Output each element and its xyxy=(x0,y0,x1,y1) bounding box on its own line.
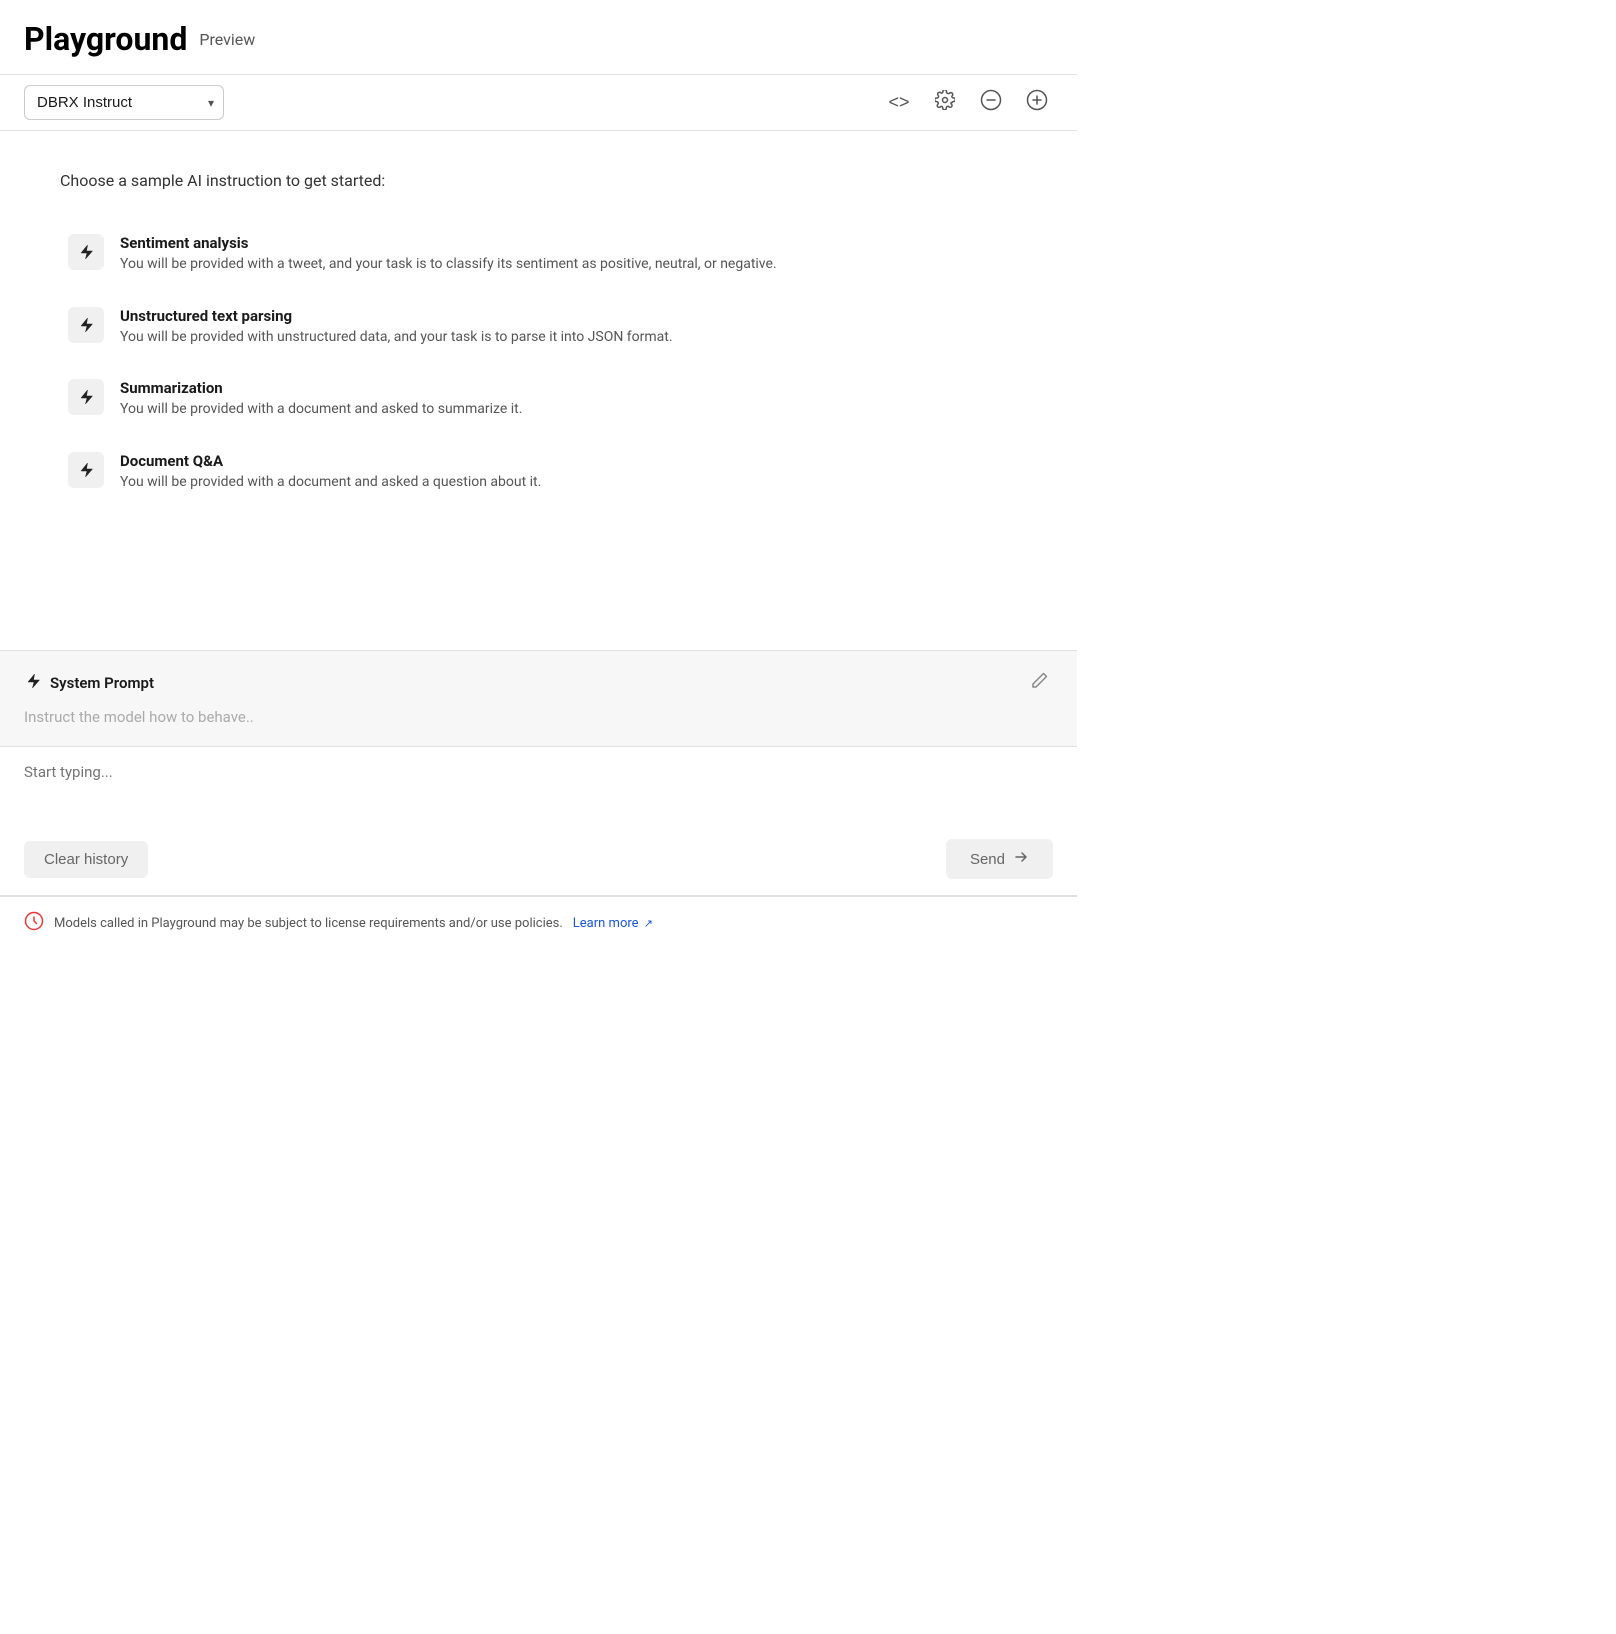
list-item[interactable]: Document Q&A You will be provided with a… xyxy=(60,440,1017,505)
preview-badge: Preview xyxy=(199,30,255,49)
model-select[interactable]: DBRX Instruct GPT-4 Claude 3 Llama 3 xyxy=(24,85,224,120)
bolt-icon-docqa xyxy=(68,452,104,488)
chat-input[interactable] xyxy=(24,763,1053,823)
external-link-icon: ↗ xyxy=(644,917,653,930)
plus-circle-icon xyxy=(1026,89,1048,116)
list-item[interactable]: Summarization You will be provided with … xyxy=(60,367,1017,432)
page-header: Playground Preview xyxy=(0,0,1077,74)
clear-history-button[interactable]: Clear history xyxy=(24,841,148,878)
sample-list: Sentiment analysis You will be provided … xyxy=(60,222,1017,504)
footer-text: Models called in Playground may be subje… xyxy=(54,916,563,931)
system-prompt-placeholder: Instruct the model how to behave.. xyxy=(24,708,1053,726)
sample-desc-docqa: You will be provided with a document and… xyxy=(120,473,541,493)
send-button[interactable]: Send xyxy=(946,839,1053,879)
chat-actions: Clear history Send xyxy=(24,839,1053,879)
system-prompt-title: System Prompt xyxy=(50,674,154,692)
minus-circle-icon xyxy=(980,89,1002,116)
bolt-icon-system xyxy=(24,672,42,694)
sample-desc-sentiment: You will be provided with a tweet, and y… xyxy=(120,255,777,275)
model-select-wrapper: DBRX Instruct GPT-4 Claude 3 Llama 3 ▾ xyxy=(24,85,224,120)
system-prompt-section: System Prompt Instruct the model how to … xyxy=(0,651,1077,747)
chat-input-section: Clear history Send xyxy=(0,747,1077,896)
list-item[interactable]: Unstructured text parsing You will be pr… xyxy=(60,295,1017,360)
system-prompt-header: System Prompt xyxy=(24,667,1053,698)
page-title: Playground xyxy=(24,20,187,58)
bolt-icon-sentiment xyxy=(68,234,104,270)
pencil-icon xyxy=(1031,676,1049,693)
zoom-out-button[interactable] xyxy=(975,87,1007,119)
sample-title-docqa: Document Q&A xyxy=(120,452,541,470)
clock-icon xyxy=(24,911,44,936)
zoom-in-button[interactable] xyxy=(1021,87,1053,119)
sample-title-summarization: Summarization xyxy=(120,379,522,397)
sample-title-parsing: Unstructured text parsing xyxy=(120,307,673,325)
sample-content-docqa: Document Q&A You will be provided with a… xyxy=(120,452,541,493)
sample-content-parsing: Unstructured text parsing You will be pr… xyxy=(120,307,673,348)
sample-intro-text: Choose a sample AI instruction to get st… xyxy=(60,171,1017,190)
bolt-icon-summarization xyxy=(68,379,104,415)
sample-desc-summarization: You will be provided with a document and… xyxy=(120,400,522,420)
toolbar: DBRX Instruct GPT-4 Claude 3 Llama 3 ▾ <… xyxy=(0,74,1077,131)
learn-more-link[interactable]: Learn more ↗ xyxy=(573,916,653,931)
sample-title-sentiment: Sentiment analysis xyxy=(120,234,777,252)
sample-content-sentiment: Sentiment analysis You will be provided … xyxy=(120,234,777,275)
list-item[interactable]: Sentiment analysis You will be provided … xyxy=(60,222,1017,287)
code-icon: <> xyxy=(888,92,909,113)
edit-system-prompt-button[interactable] xyxy=(1027,667,1053,698)
system-prompt-label: System Prompt xyxy=(24,672,154,694)
send-label: Send xyxy=(970,851,1005,868)
footer: Models called in Playground may be subje… xyxy=(0,896,1077,950)
toolbar-actions: <> xyxy=(883,87,1053,119)
gear-icon xyxy=(935,90,955,115)
bolt-icon-parsing xyxy=(68,307,104,343)
settings-button[interactable] xyxy=(929,87,961,119)
send-icon xyxy=(1013,849,1029,869)
sample-content-summarization: Summarization You will be provided with … xyxy=(120,379,522,420)
main-area: Choose a sample AI instruction to get st… xyxy=(0,131,1077,651)
code-view-button[interactable]: <> xyxy=(883,87,915,119)
sample-desc-parsing: You will be provided with unstructured d… xyxy=(120,328,673,348)
